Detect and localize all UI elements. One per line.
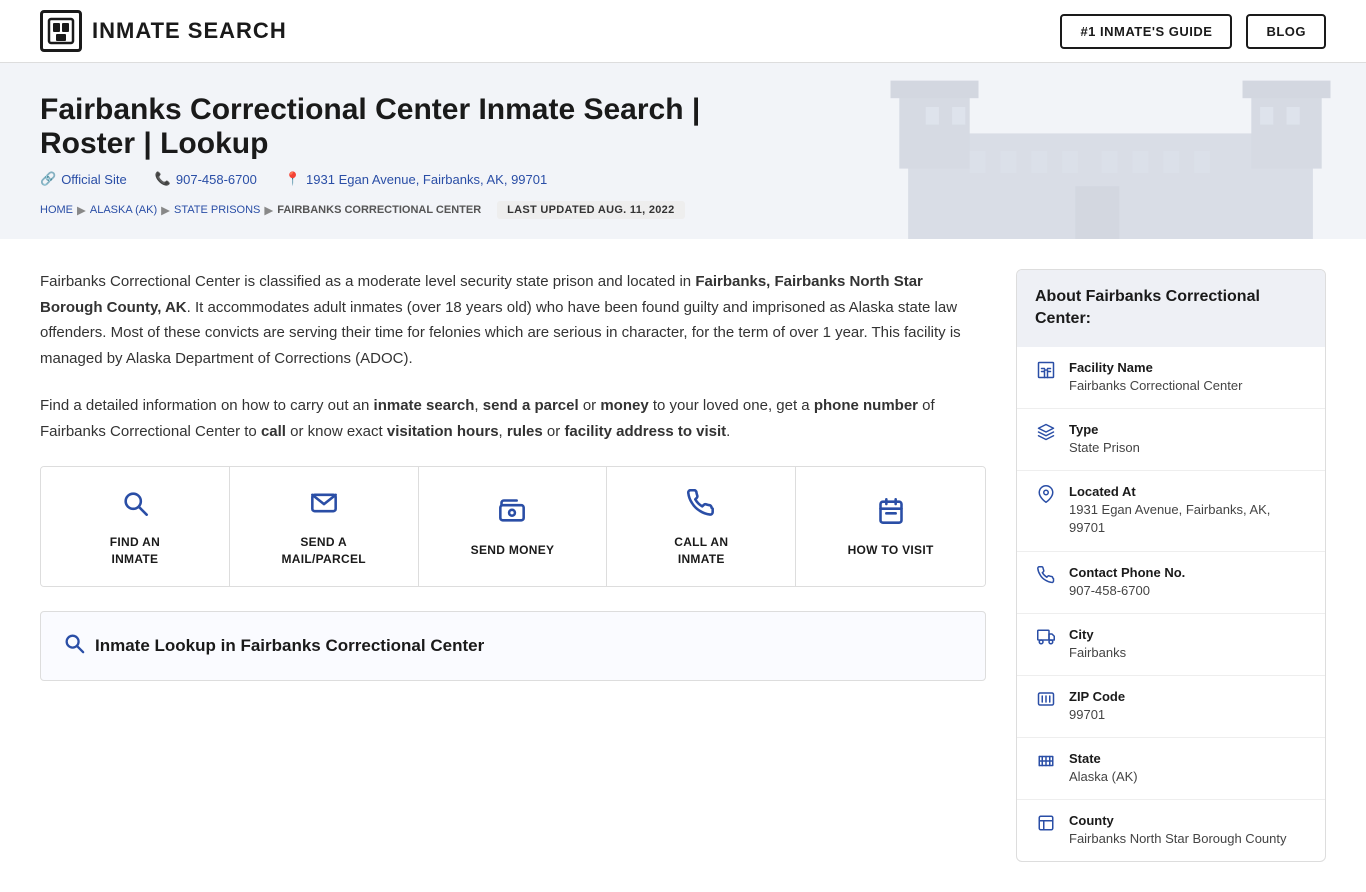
send-mail-card[interactable]: SEND AMAIL/PARCEL bbox=[230, 467, 419, 586]
zip-value: 99701 bbox=[1069, 706, 1307, 724]
facility-name-label: Facility Name bbox=[1069, 360, 1307, 375]
blog-button[interactable]: BLOG bbox=[1246, 14, 1326, 49]
building-icon bbox=[1035, 361, 1057, 384]
description-paragraph-1: Fairbanks Correctional Center is classif… bbox=[40, 269, 986, 371]
how-to-visit-card[interactable]: HOW TO VISIT bbox=[796, 467, 985, 586]
search-icon bbox=[121, 489, 149, 524]
phone-meta: 📞 907-458-6700 bbox=[155, 171, 257, 187]
send-money-card[interactable]: SEND MONEY bbox=[419, 467, 608, 586]
zip-icon bbox=[1035, 690, 1057, 713]
hero-content: Fairbanks Correctional Center Inmate Sea… bbox=[40, 93, 1326, 219]
breadcrumb-sep1: ▶ bbox=[77, 203, 86, 217]
breadcrumb: HOME ▶ ALASKA (AK) ▶ STATE PRISONS ▶ FAI… bbox=[40, 201, 1326, 219]
breadcrumb-category[interactable]: STATE PRISONS bbox=[174, 204, 260, 216]
money-icon bbox=[498, 497, 526, 532]
phone-icon: 📞 bbox=[155, 171, 171, 187]
city-row: City Fairbanks bbox=[1017, 614, 1325, 676]
site-title: INMATE SEARCH bbox=[92, 18, 287, 44]
located-at-row: Located At 1931 Egan Avenue, Fairbanks, … bbox=[1017, 471, 1325, 551]
left-content: Fairbanks Correctional Center is classif… bbox=[40, 269, 986, 862]
city-label: City bbox=[1069, 627, 1307, 642]
address-meta: 📍 1931 Egan Avenue, Fairbanks, AK, 99701 bbox=[285, 171, 547, 187]
facility-name-value: Fairbanks Correctional Center bbox=[1069, 377, 1307, 395]
send-mail-label: SEND AMAIL/PARCEL bbox=[281, 534, 365, 568]
inmates-guide-button[interactable]: #1 INMATE'S GUIDE bbox=[1060, 14, 1232, 49]
located-at-value: 1931 Egan Avenue, Fairbanks, AK, 99701 bbox=[1069, 501, 1307, 537]
county-content: County Fairbanks North Star Borough Coun… bbox=[1069, 813, 1307, 848]
type-icon bbox=[1035, 423, 1057, 446]
phone-icon bbox=[687, 489, 715, 524]
facility-name-row: Facility Name Fairbanks Correctional Cen… bbox=[1017, 347, 1325, 409]
located-at-content: Located At 1931 Egan Avenue, Fairbanks, … bbox=[1069, 484, 1307, 537]
find-inmate-card[interactable]: FIND ANINMATE bbox=[41, 467, 230, 586]
header-nav: #1 INMATE'S GUIDE BLOG bbox=[1060, 14, 1326, 49]
breadcrumb-sep2: ▶ bbox=[161, 203, 170, 217]
type-value: State Prison bbox=[1069, 439, 1307, 457]
county-value: Fairbanks North Star Borough County bbox=[1069, 830, 1307, 848]
zip-label: ZIP Code bbox=[1069, 689, 1307, 704]
city-value: Fairbanks bbox=[1069, 644, 1307, 662]
official-site-link[interactable]: 🔗 Official Site bbox=[40, 171, 127, 187]
phone-row: Contact Phone No. 907-458-6700 bbox=[1017, 552, 1325, 614]
find-inmate-label: FIND ANINMATE bbox=[110, 534, 160, 568]
facility-name-content: Facility Name Fairbanks Correctional Cen… bbox=[1069, 360, 1307, 395]
state-label: State bbox=[1069, 751, 1307, 766]
location-icon: 📍 bbox=[285, 171, 301, 187]
zip-content: ZIP Code 99701 bbox=[1069, 689, 1307, 724]
county-label: County bbox=[1069, 813, 1307, 828]
mail-icon bbox=[310, 489, 338, 524]
calendar-icon bbox=[877, 497, 905, 532]
phone-value: 907-458-6700 bbox=[1069, 582, 1307, 600]
about-heading: About Fairbanks CorrectionalCenter: bbox=[1035, 288, 1260, 327]
breadcrumb-state[interactable]: ALASKA (AK) bbox=[90, 204, 157, 216]
phone-label: Contact Phone No. bbox=[1069, 565, 1307, 580]
state-row: State Alaska (AK) bbox=[1017, 738, 1325, 800]
hero-meta: 🔗 Official Site 📞 907-458-6700 📍 1931 Eg… bbox=[40, 171, 1326, 187]
last-updated-badge: LAST UPDATED AUG. 11, 2022 bbox=[497, 201, 684, 219]
logo-area: INMATE SEARCH bbox=[40, 10, 287, 52]
logo-icon bbox=[40, 10, 82, 52]
lookup-search-icon bbox=[63, 632, 85, 660]
city-content: City Fairbanks bbox=[1069, 627, 1307, 662]
phone-content: Contact Phone No. 907-458-6700 bbox=[1069, 565, 1307, 600]
description-paragraph-2: Find a detailed information on how to ca… bbox=[40, 393, 986, 444]
type-content: Type State Prison bbox=[1069, 422, 1307, 457]
breadcrumb-sep3: ▶ bbox=[264, 203, 273, 217]
action-cards: FIND ANINMATE SEND AMAIL/PARCEL bbox=[40, 466, 986, 587]
county-row: County Fairbanks North Star Borough Coun… bbox=[1017, 800, 1325, 861]
lookup-heading: Inmate Lookup in Fairbanks Correctional … bbox=[63, 632, 963, 660]
type-label: Type bbox=[1069, 422, 1307, 437]
state-value: Alaska (AK) bbox=[1069, 768, 1307, 786]
site-header: INMATE SEARCH #1 INMATE'S GUIDE BLOG bbox=[0, 0, 1366, 63]
contact-phone-icon bbox=[1035, 566, 1057, 589]
breadcrumb-current: FAIRBANKS CORRECTIONAL CENTER bbox=[277, 204, 481, 216]
location-pin-icon bbox=[1035, 485, 1057, 508]
state-content: State Alaska (AK) bbox=[1069, 751, 1307, 786]
facility-card-header: About Fairbanks CorrectionalCenter: bbox=[1017, 270, 1325, 347]
facility-card-body: Facility Name Fairbanks Correctional Cen… bbox=[1017, 347, 1325, 862]
located-at-label: Located At bbox=[1069, 484, 1307, 499]
facility-card: About Fairbanks CorrectionalCenter: Faci… bbox=[1016, 269, 1326, 862]
how-to-visit-label: HOW TO VISIT bbox=[848, 542, 934, 559]
hero-section: Fairbanks Correctional Center Inmate Sea… bbox=[0, 63, 1366, 239]
lookup-section: Inmate Lookup in Fairbanks Correctional … bbox=[40, 611, 986, 681]
zip-row: ZIP Code 99701 bbox=[1017, 676, 1325, 738]
right-sidebar: About Fairbanks CorrectionalCenter: Faci… bbox=[1016, 269, 1326, 862]
call-inmate-card[interactable]: CALL ANINMATE bbox=[607, 467, 796, 586]
main-layout: Fairbanks Correctional Center is classif… bbox=[0, 239, 1366, 892]
call-inmate-label: CALL ANINMATE bbox=[674, 534, 728, 568]
type-row: Type State Prison bbox=[1017, 409, 1325, 471]
county-icon bbox=[1035, 814, 1057, 837]
breadcrumb-home[interactable]: HOME bbox=[40, 204, 73, 216]
page-title: Fairbanks Correctional Center Inmate Sea… bbox=[40, 93, 740, 161]
link-icon: 🔗 bbox=[40, 171, 56, 187]
state-icon bbox=[1035, 752, 1057, 775]
city-icon bbox=[1035, 628, 1057, 651]
send-money-label: SEND MONEY bbox=[471, 542, 555, 559]
